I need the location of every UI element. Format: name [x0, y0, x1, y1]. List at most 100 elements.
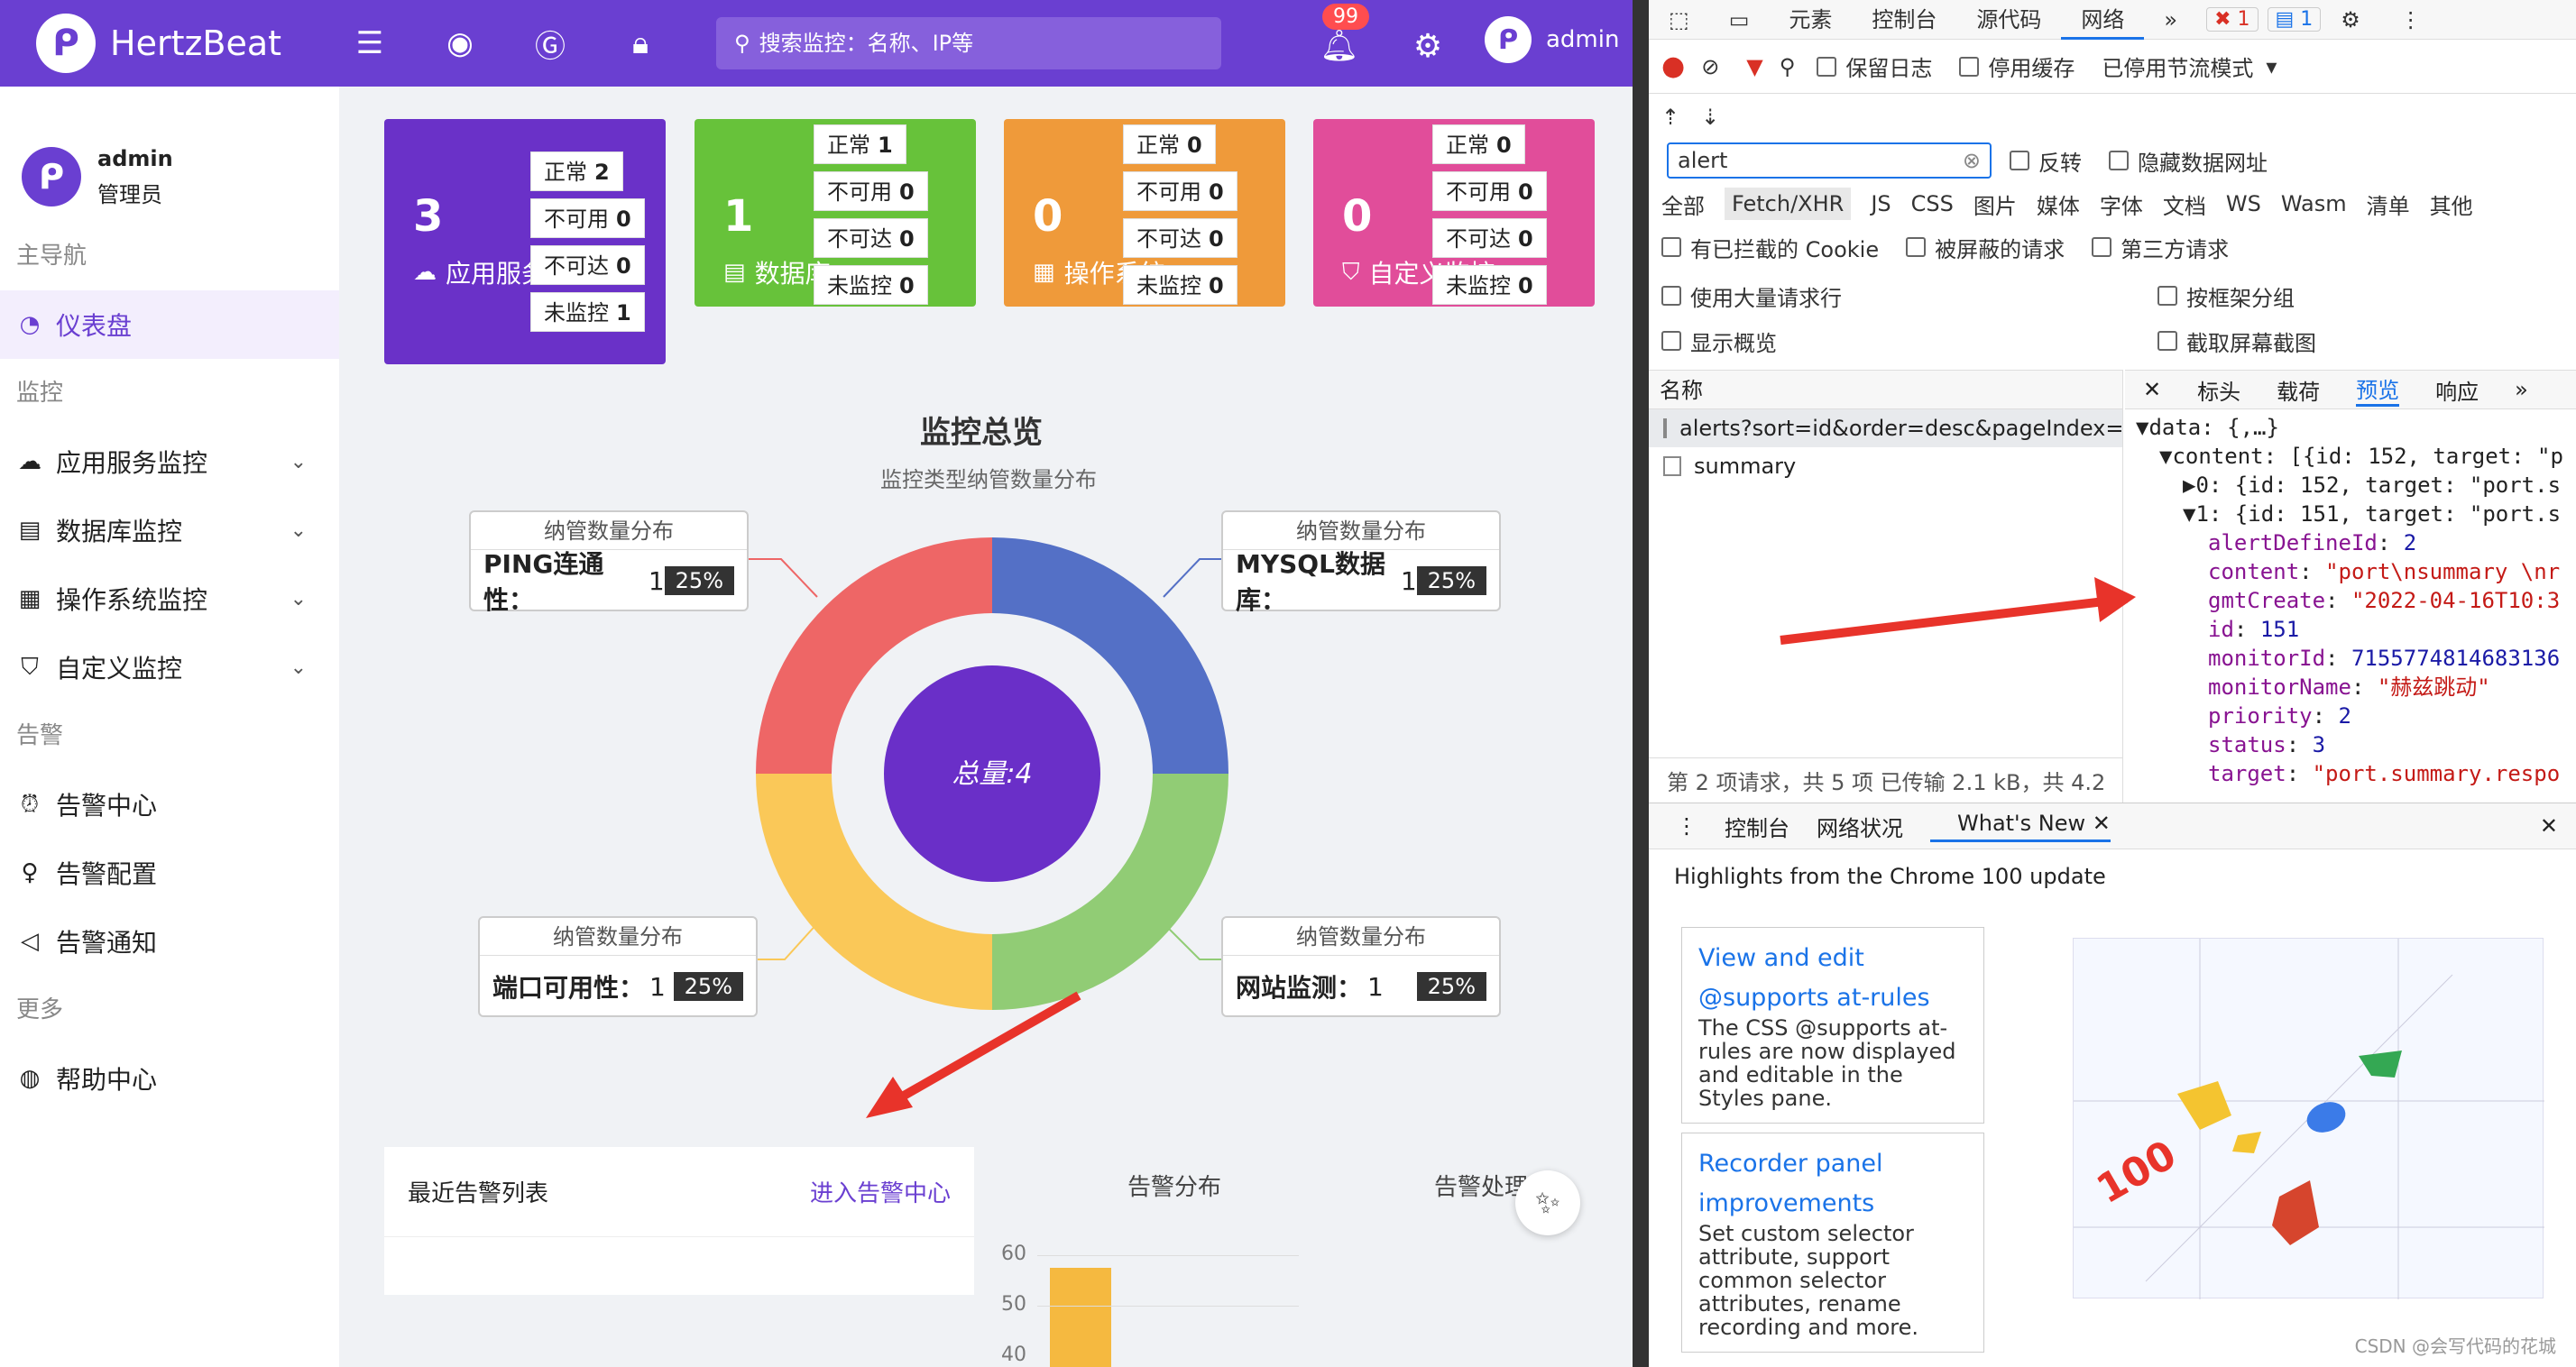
close-drawer-icon[interactable]: ✕ [2540, 813, 2558, 839]
throttle-select[interactable]: 已停用节流模式 [2102, 50, 2253, 82]
error-count-badge[interactable]: ✖ 1 [2206, 7, 2259, 32]
json-tree-node[interactable]: ▶0: {id: 152, target: "port.s [2136, 471, 2576, 500]
sidebar-item[interactable]: ◍ 帮助中心 [0, 1044, 339, 1113]
magic-wand-icon[interactable]: ✨︎ [1515, 1170, 1580, 1235]
megaphone-icon: ◁ [21, 928, 39, 955]
type-filter-8[interactable]: WS [2226, 191, 2261, 216]
group-by-frame-checkbox[interactable]: 按框架分组 [2157, 280, 2295, 312]
type-filter-10[interactable]: 清单 [2367, 188, 2410, 220]
type-filter-0[interactable]: 全部 [1661, 188, 1705, 220]
monitor-summary-card[interactable]: 1 ▤ 数据库 正常 1 不可用 0 不可达 0 未监控 0 [695, 119, 976, 307]
chevron-down-icon[interactable]: ⌄ [290, 656, 307, 679]
close-icon[interactable]: ✕ [2143, 377, 2161, 402]
large-rows-checkbox[interactable]: 使用大量请求行 [1661, 280, 2130, 312]
whats-new-card[interactable]: View and edit @supports at-rules The CSS… [1681, 927, 1984, 1124]
axis-tick: 50 [1001, 1293, 1026, 1316]
more-tabs-icon[interactable]: » [2144, 0, 2197, 40]
tab-network[interactable]: 网络 [2061, 0, 2145, 40]
menu-fold-icon[interactable]: ☰ [343, 16, 397, 70]
more-tabs-icon[interactable]: » [2515, 377, 2528, 402]
extra-filter-checkbox[interactable]: 有已拦截的 Cookie [1661, 232, 1879, 263]
monitor-summary-card[interactable]: 0 ▦ 操作系统 正常 0 不可用 0 不可达 0 未监控 0 [1004, 119, 1285, 307]
clear-icon[interactable]: ⊘ [1701, 54, 1719, 79]
settings-gear-icon[interactable]: ⚙ [1398, 16, 1458, 76]
type-filter-5[interactable]: 媒体 [2037, 188, 2080, 220]
type-filter-1[interactable]: Fetch/XHR [1725, 188, 1852, 220]
github-icon[interactable]: ◉ [433, 16, 487, 70]
export-har-icon[interactable]: ⇣ [1701, 105, 1719, 130]
user-menu[interactable]: ᑭ admin [1485, 16, 1619, 63]
sidebar-profile: ᑭ admin 管理员 [0, 87, 339, 222]
sidebar-item[interactable]: ▦ 操作系统监控 ⌄ [0, 564, 339, 633]
import-har-icon[interactable]: ⇡ [1661, 105, 1679, 130]
pane-divider[interactable] [1633, 0, 1649, 1367]
alert-center-link[interactable]: 进入告警中心 [810, 1175, 951, 1208]
clear-filter-icon[interactable]: ⊗ [1963, 148, 1981, 173]
drawer-tab-whats-new[interactable]: What's New ✕ [1930, 811, 2111, 842]
whats-new-card[interactable]: Recorder panel improvements Set custom s… [1681, 1133, 1984, 1353]
dropdown-caret-icon[interactable]: ▾ [2266, 54, 2277, 79]
sidebar-item[interactable]: ⛉ 自定义监控 ⌄ [0, 633, 339, 702]
json-tree-node[interactable]: ▼data: {,…} [2136, 413, 2576, 442]
drawer-tab-console[interactable]: 控制台 [1725, 811, 1789, 842]
tab-payload[interactable]: 载荷 [2277, 374, 2320, 406]
type-filter-7[interactable]: 文档 [2163, 188, 2206, 220]
record-icon[interactable]: ● [1661, 50, 1685, 82]
tab-console[interactable]: 控制台 [1852, 0, 1956, 40]
type-filter-4[interactable]: 图片 [1973, 188, 2017, 220]
logo[interactable]: ᑭ HertzBeat [36, 14, 307, 73]
preserve-log-checkbox[interactable]: 保留日志 [1817, 50, 1932, 82]
sidebar-item[interactable]: ♀ 告警配置 [0, 839, 339, 907]
status-count-tag: 不可达 0 [814, 218, 928, 258]
tab-elements[interactable]: 元素 [1769, 0, 1852, 40]
type-filter-3[interactable]: CSS [1911, 191, 1954, 216]
disable-cache-checkbox[interactable]: 停用缓存 [1959, 50, 2075, 82]
json-tree-node[interactable]: ▼1: {id: 151, target: "port.s [2136, 500, 2576, 528]
request-row[interactable]: alerts?sort=id&order=desc&pageIndex=... [1649, 409, 2122, 447]
type-filter-6[interactable]: 字体 [2100, 188, 2143, 220]
lock-icon[interactable]: 🔒︎ [613, 16, 667, 70]
chevron-down-icon[interactable]: ⌄ [290, 451, 307, 473]
message-count-badge[interactable]: ▤ 1 [2267, 7, 2322, 32]
tab-preview[interactable]: 预览 [2356, 372, 2400, 407]
filter-input[interactable]: alert ⊗ [1667, 142, 1992, 179]
chrome-100-illustration[interactable]: 100 [2073, 938, 2544, 1299]
chevron-down-icon[interactable]: ⌄ [290, 588, 307, 610]
search-icon[interactable]: ⚲ [1780, 54, 1796, 79]
sidebar-item[interactable]: ◔ 仪表盘 [0, 290, 339, 359]
device-toggle-icon[interactable]: ▭ [1709, 0, 1770, 40]
show-overview-checkbox[interactable]: 显示概览 [1661, 326, 2130, 357]
type-filter-9[interactable]: Wasm [2281, 191, 2347, 216]
hide-data-url-checkbox[interactable]: 隐藏数据网址 [2109, 145, 2268, 177]
drawer-menu-icon[interactable]: ⋮ [1676, 813, 1697, 839]
sidebar-item[interactable]: ▤ 数据库监控 ⌄ [0, 496, 339, 564]
watermark: CSDN @会写代码的花城 [2354, 1335, 2556, 1357]
capture-screenshots-checkbox[interactable]: 截取屏幕截图 [2157, 326, 2316, 357]
inspect-icon[interactable]: ⬚ [1649, 0, 1709, 40]
tab-response[interactable]: 响应 [2435, 374, 2479, 406]
invert-checkbox[interactable]: 反转 [2010, 145, 2082, 177]
tab-headers[interactable]: 标头 [2197, 374, 2240, 406]
gitee-icon[interactable]: Ⓖ [523, 16, 577, 70]
sidebar-item[interactable]: ☁ 应用服务监控 ⌄ [0, 427, 339, 496]
search-box[interactable]: ⚲ [716, 17, 1221, 69]
filter-icon[interactable]: ▼ [1746, 54, 1762, 79]
kebab-menu-icon[interactable]: ⋮ [2380, 0, 2442, 40]
name-column-header[interactable]: 名称 [1649, 370, 2122, 409]
json-tree-node[interactable]: ▼content: [{id: 152, target: "p [2136, 442, 2576, 471]
devtools-settings-icon[interactable]: ⚙ [2321, 0, 2380, 40]
extra-filter-checkbox[interactable]: 被屏蔽的请求 [1906, 232, 2065, 263]
sidebar-item[interactable]: ◁ 告警通知 [0, 907, 339, 976]
drawer-tab-network-conditions[interactable]: 网络状况 [1817, 811, 1903, 842]
chevron-down-icon[interactable]: ⌄ [290, 519, 307, 542]
tab-sources[interactable]: 源代码 [1956, 0, 2061, 40]
request-row[interactable]: summary [1649, 447, 2122, 485]
status-count-tag: 不可用 0 [1123, 171, 1237, 211]
monitor-summary-card[interactable]: 3 ☁ 应用服务 正常 2 不可用 0 不可达 0 未监控 1 [384, 119, 666, 364]
search-input[interactable] [759, 31, 1192, 56]
extra-filter-checkbox[interactable]: 第三方请求 [2092, 232, 2229, 263]
type-filter-2[interactable]: JS [1871, 191, 1891, 216]
monitor-summary-card[interactable]: 0 ⛉自定义监控正常0不可用0不可达0未监控0 [1313, 119, 1595, 307]
sidebar-item[interactable]: ⏰︎ 告警中心 [0, 770, 339, 839]
type-filter-11[interactable]: 其他 [2430, 188, 2473, 220]
